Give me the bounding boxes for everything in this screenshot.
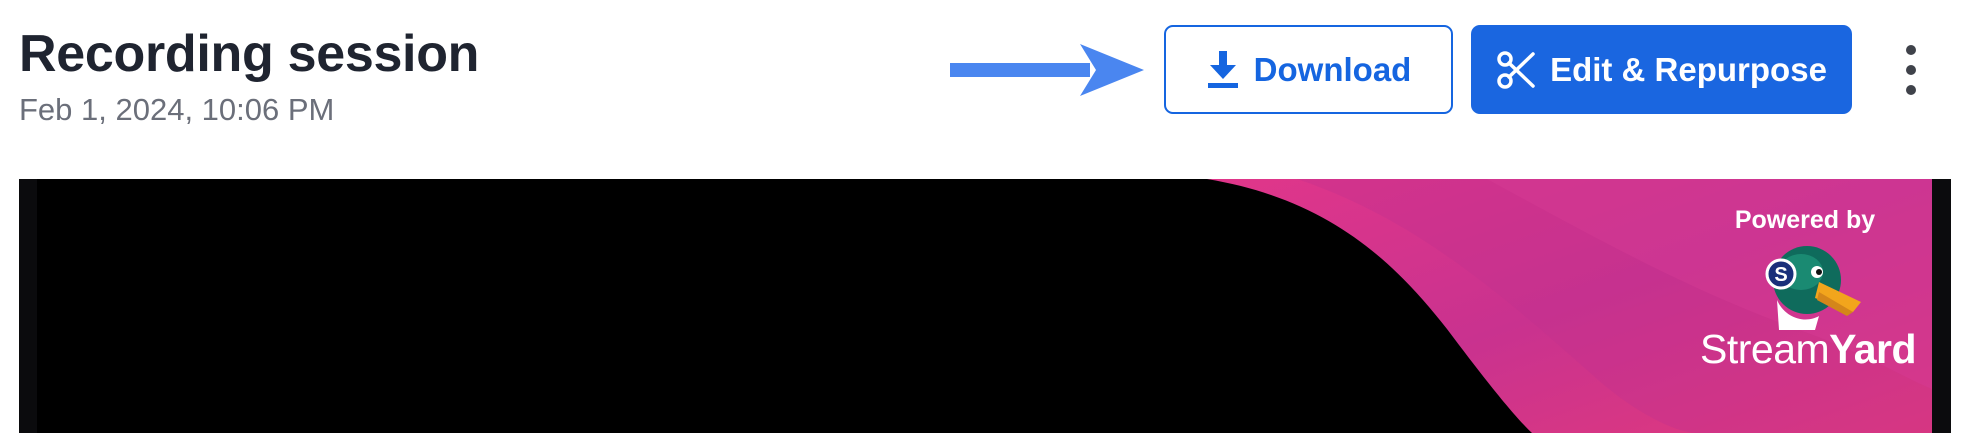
scissors-icon [1497, 50, 1535, 89]
edit-repurpose-label: Edit & Repurpose [1550, 51, 1827, 88]
download-button[interactable]: Download [1164, 25, 1453, 114]
brand-bold-text: Yard [1829, 326, 1917, 372]
powered-by-label: Powered by [1734, 206, 1876, 234]
download-icon [1207, 50, 1238, 88]
streamyard-brand: StreamYard [1700, 326, 1917, 373]
more-vertical-icon-dot [1906, 45, 1916, 55]
recording-date: Feb 1, 2024, 10:06 PM [19, 92, 335, 127]
video-frame [37, 179, 1932, 433]
logo-badge-text: S [1774, 264, 1787, 286]
download-label: Download [1253, 51, 1412, 88]
more-vertical-icon-dot [1906, 65, 1916, 75]
video-background [1207, 179, 1932, 433]
duck-logo-icon: S [1765, 246, 1861, 330]
edit-repurpose-button[interactable]: Edit & Repurpose [1471, 25, 1852, 114]
brand-light-text: Stream [1700, 326, 1830, 372]
video-player[interactable]: Powered by S StreamYard [19, 179, 1951, 433]
page-title: Recording session [19, 25, 480, 83]
arrow-right-icon [950, 44, 1144, 96]
more-options-button[interactable] [1896, 45, 1926, 95]
more-vertical-icon-dot [1906, 85, 1916, 95]
